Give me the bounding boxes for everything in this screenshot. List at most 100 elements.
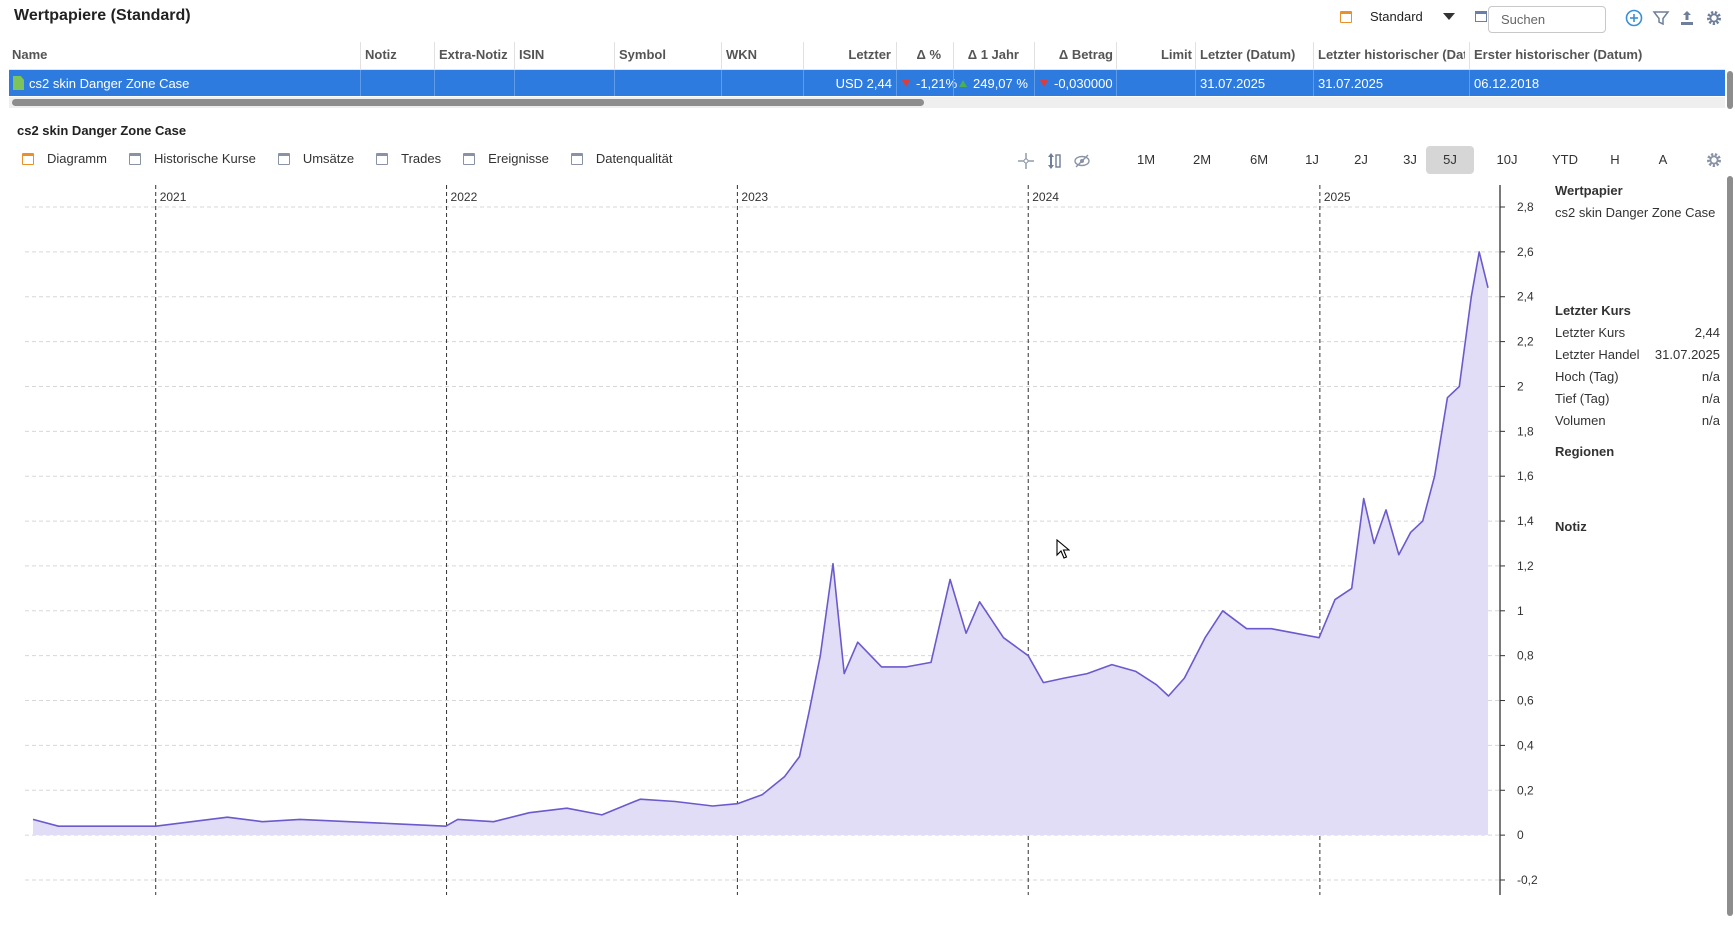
chart-settings-gear-icon[interactable] [1705,151,1723,169]
range-10j[interactable]: 10J [1482,146,1532,174]
y-tick-label: 0 [1517,828,1524,842]
y-tick-label: 1 [1517,604,1524,618]
range-h[interactable]: H [1601,146,1629,174]
price-chart[interactable]: 2021 2022 2023 2024 2025 2,8 2,6 2,4 2,2 2 1,8 1,6… [0,180,1545,900]
view-label: Standard [1370,9,1423,24]
range-1j[interactable]: 1J [1289,146,1335,174]
x-tick-label: 2025 [1324,190,1351,204]
mouse-cursor-icon [1056,539,1070,559]
calendar-icon [128,152,141,165]
hide-icon[interactable] [1073,152,1091,170]
notiz-heading: Notiz [1555,519,1587,534]
chevron-down-icon[interactable] [1442,13,1455,20]
x-tick-label: 2024 [1032,190,1059,204]
range-6m[interactable]: 6M [1233,146,1285,174]
cell-name: cs2 skin Danger Zone Case [29,76,190,91]
x-tick-label: 2021 [160,190,187,204]
export-icon[interactable] [1678,9,1696,27]
add-icon[interactable] [1625,9,1643,27]
top-bar: Wertpapiere (Standard) Standard [0,0,1735,38]
wertpapier-heading: Wertpapier [1555,183,1623,198]
tab-label: Ereignisse [488,151,549,166]
range-5j[interactable]: 5J [1426,146,1474,174]
col-symbol[interactable]: Symbol [619,47,709,62]
horizontal-scrollbar-thumb[interactable] [12,99,924,106]
tab-label: Trades [401,151,442,166]
gear-icon[interactable] [1705,9,1723,27]
info-value: 31.07.2025 [1654,347,1720,362]
col-wkn[interactable]: WKN [726,47,796,62]
tab-label: Diagramm [47,151,107,166]
info-label: Letzter Handel [1555,347,1640,362]
y-tick-label: 0,6 [1517,694,1534,708]
vertical-scale-icon[interactable] [1045,152,1063,170]
col-name[interactable]: Name [12,47,312,62]
col-limit[interactable]: Limit [1119,47,1192,62]
view-selector[interactable]: Standard [1340,9,1487,24]
info-label: Letzter Kurs [1555,325,1626,340]
x-tick-label: 2022 [451,190,478,204]
tab-historische-kurse[interactable]: Historische Kurse [128,151,256,166]
table-row[interactable]: cs2 skin Danger Zone Case USD 2,44 -1,21… [9,70,1725,96]
calendar-icon [277,152,290,165]
range-2j[interactable]: 2J [1338,146,1384,174]
chart-tools [1017,152,1091,170]
y-tick-label: 1,2 [1517,559,1534,573]
cell-delta-1y: 249,07 % [959,76,1033,91]
info-label: Volumen [1555,413,1606,428]
page-title: Wertpapiere (Standard) [14,7,191,24]
table-vertical-scrollbar[interactable] [1727,71,1733,109]
document-icon [13,76,24,90]
calendar-icon [463,152,476,165]
tab-trades[interactable]: Trades [376,151,441,166]
detail-tabs: Diagramm Historische Kurse Umsätze Trade… [22,151,694,166]
col-delta-betrag[interactable]: Δ Betrag [1037,47,1113,62]
window-icon[interactable] [1474,11,1487,22]
range-ytd[interactable]: YTD [1539,146,1591,174]
cell-letzter-hist-datum: 31.07.2025 [1318,76,1384,91]
y-tick-label: 1,6 [1517,469,1534,483]
delta-pct-value: -1,21% [916,76,958,91]
tab-umsaetze[interactable]: Umsätze [277,151,354,166]
chart-y-axis: 2,8 2,6 2,4 2,2 2 1,8 1,6 1,4 1,2 1 0,8 0,6 0,4 0,2 0 -… [1499,185,1538,895]
col-isin[interactable]: ISIN [519,47,609,62]
info-label: Tief (Tag) [1555,391,1610,406]
down-arrow-icon [902,80,910,87]
col-letzter[interactable]: Letzter [809,47,891,62]
range-1m[interactable]: 1M [1120,146,1172,174]
calendar-icon [570,152,583,165]
tab-label: Datenqualität [595,151,673,166]
tab-ereignisse[interactable]: Ereignisse [463,151,549,166]
tab-label: Historische Kurse [153,151,256,166]
wertpapier-name: cs2 skin Danger Zone Case [1555,205,1716,220]
col-extra-notiz[interactable]: Extra-Notiz [439,47,515,62]
info-value: n/a [1701,391,1720,406]
y-tick-label: 2,6 [1517,245,1534,259]
info-value: n/a [1701,369,1720,384]
calendar-icon [376,152,389,165]
delta-betrag-value: -0,030000 [1054,76,1113,91]
col-delta-1y[interactable]: Δ 1 Jahr [957,47,1019,62]
col-erster-hist-datum[interactable]: Erster historischer (Datum) [1474,47,1654,62]
cell-letzter: USD 2,44 [835,76,892,91]
horizontal-scrollbar[interactable] [9,97,1725,108]
table-header: Name Notiz Extra-Notiz ISIN Symbol WKN L… [9,42,1725,70]
search-input[interactable] [1488,6,1606,33]
y-tick-label: 0,2 [1517,783,1534,797]
tab-diagramm[interactable]: Diagramm [22,151,107,166]
info-value: n/a [1701,413,1720,428]
panel-vertical-scrollbar[interactable] [1727,176,1733,916]
range-a[interactable]: A [1649,146,1677,174]
col-delta-pct[interactable]: Δ % [899,47,941,62]
col-letzter-datum[interactable]: Letzter (Datum) [1200,47,1308,62]
y-tick-label: 2,8 [1517,200,1534,214]
range-2m[interactable]: 2M [1176,146,1228,174]
col-letzter-hist-datum[interactable]: Letzter historischer (Datum) [1318,47,1465,62]
y-tick-label: -0,2 [1517,873,1538,887]
down-arrow-icon [1040,80,1048,87]
tab-datenqualitaet[interactable]: Datenqualität [570,151,673,166]
filter-icon[interactable] [1652,9,1670,27]
info-value: 2,44 [1694,325,1720,340]
crosshair-icon[interactable] [1017,152,1035,170]
col-notiz[interactable]: Notiz [365,47,425,62]
